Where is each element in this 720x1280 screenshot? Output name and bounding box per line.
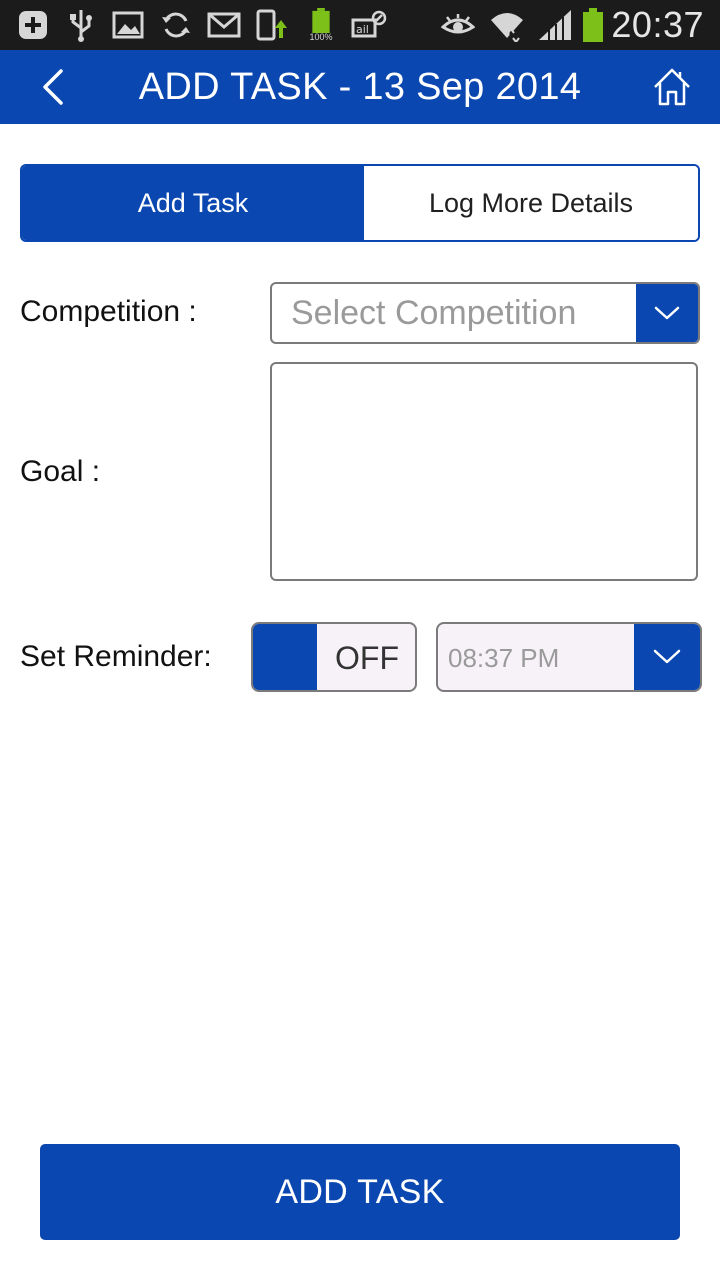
tab-log-more-details[interactable]: Log More Details bbox=[364, 166, 698, 240]
home-icon bbox=[654, 68, 690, 106]
app-bar: ADD TASK - 13 Sep 2014 bbox=[0, 50, 720, 124]
goal-textarea[interactable] bbox=[270, 362, 698, 581]
battery-percent-label: 100% bbox=[309, 32, 333, 42]
svg-text:ail: ail bbox=[356, 23, 369, 36]
battery-icon: 100% bbox=[304, 8, 338, 42]
competition-select[interactable]: Select Competition bbox=[270, 282, 700, 344]
usb-icon bbox=[64, 8, 98, 42]
tab-bar: Add Task Log More Details bbox=[20, 164, 700, 242]
gmail-icon bbox=[206, 8, 242, 42]
home-button[interactable] bbox=[648, 62, 696, 112]
add-task-button[interactable]: ADD TASK bbox=[40, 1144, 680, 1240]
nfc-icon: ail bbox=[350, 8, 388, 42]
toggle-knob[interactable] bbox=[253, 624, 317, 690]
wifi-icon bbox=[488, 8, 526, 42]
sync-icon bbox=[158, 8, 194, 42]
reminder-time-value: 08:37 PM bbox=[448, 643, 560, 673]
time-dropdown-button[interactable] bbox=[634, 624, 700, 690]
battery-icon bbox=[580, 8, 606, 42]
goal-label: Goal : bbox=[20, 455, 101, 488]
page-title: ADD TASK - 13 Sep 2014 bbox=[138, 66, 582, 108]
status-bar: 100% ail 20:37 bbox=[0, 0, 720, 50]
competition-placeholder: Select Competition bbox=[291, 294, 577, 332]
competition-label: Competition : bbox=[20, 295, 197, 328]
tab-add-task[interactable]: Add Task bbox=[22, 166, 364, 240]
reminder-time-select[interactable]: 08:37 PM bbox=[436, 622, 702, 692]
reminder-toggle[interactable]: OFF bbox=[251, 622, 417, 692]
signal-icon bbox=[536, 8, 574, 42]
reminder-label: Set Reminder: bbox=[20, 640, 212, 673]
toggle-state-text: OFF bbox=[335, 640, 399, 676]
status-time: 20:37 bbox=[611, 4, 704, 45]
chevron-down-icon bbox=[653, 649, 681, 664]
eye-icon bbox=[440, 8, 476, 42]
phone-upload-icon bbox=[254, 8, 290, 42]
image-icon bbox=[110, 8, 146, 42]
chevron-down-icon bbox=[654, 306, 680, 320]
competition-dropdown-button[interactable] bbox=[636, 284, 698, 342]
add-icon bbox=[14, 8, 52, 42]
